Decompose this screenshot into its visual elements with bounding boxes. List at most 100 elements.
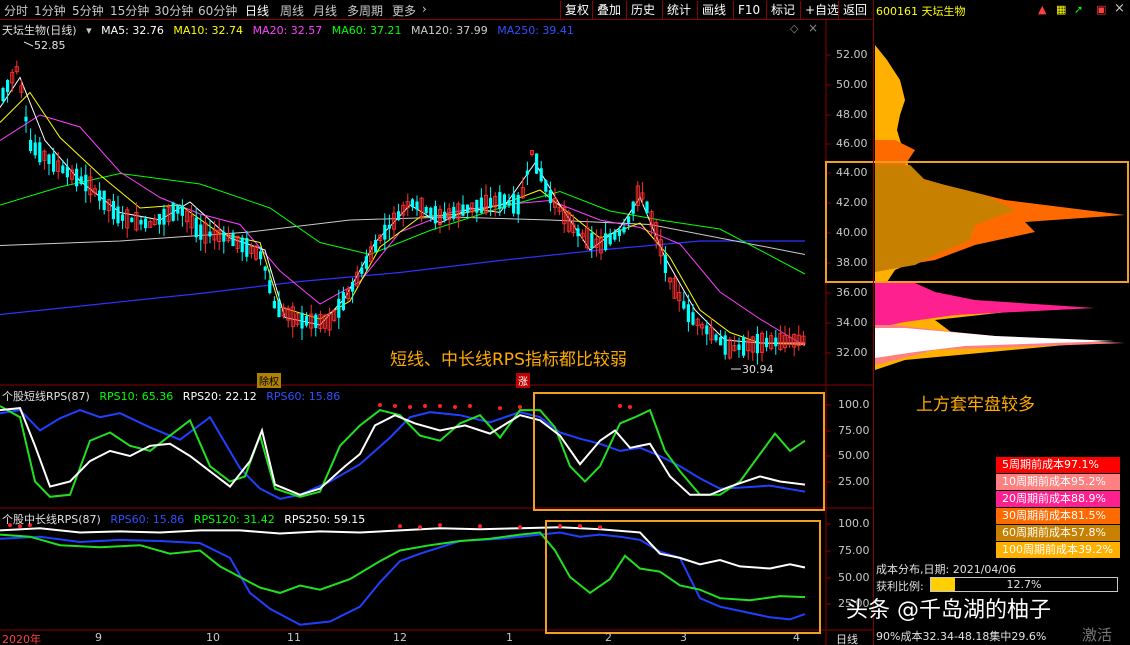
candle-body (397, 211, 401, 221)
stock-header: 600161 天坛生物 (876, 3, 966, 19)
candle-body (208, 231, 212, 237)
candle-body (498, 192, 502, 209)
candle-body (259, 251, 263, 260)
chip-legend-item: 30周期前成本81.5% (996, 508, 1120, 524)
rps-high-dot (438, 523, 442, 528)
tab-1min[interactable]: 1分钟 (34, 2, 66, 19)
toolbar: 分时 1分钟 5分钟 15分钟 30分钟 60分钟 日线 周线 月线 多周期 更… (0, 0, 872, 20)
candle-body (429, 207, 433, 217)
candle-body (590, 232, 594, 249)
fuquan-button[interactable]: 复权 (560, 1, 593, 19)
candle-body (608, 233, 612, 245)
rps-tick: 75.00 (838, 424, 870, 437)
stats-button[interactable]: 统计 (662, 1, 695, 19)
candle-body (24, 116, 28, 122)
candle-body (539, 168, 543, 182)
candle-body (627, 216, 631, 223)
mark-button[interactable]: 标记 (766, 1, 799, 19)
close-panel-icon[interactable]: × (1114, 1, 1125, 16)
profit-bar: 12.7% (930, 577, 1118, 592)
f10-button[interactable]: F10 (733, 1, 764, 19)
rps-high-dot (518, 525, 522, 530)
candle-body (502, 194, 506, 209)
draw-button[interactable]: 画线 (697, 1, 730, 19)
tab-60min[interactable]: 60分钟 (198, 2, 237, 19)
candle-body (231, 233, 235, 246)
candle-body (705, 325, 709, 335)
candle-body (337, 298, 341, 318)
rps-high-dot (408, 405, 412, 409)
chart-icon[interactable]: ▦ (1056, 3, 1066, 16)
date-tick: 11 (287, 631, 301, 644)
tab-fenshi[interactable]: 分时 (4, 2, 28, 19)
candle-body (360, 267, 364, 274)
chip-legend-item: 10周期前成本95.2% (996, 474, 1120, 490)
candle-body (116, 206, 120, 224)
overlay-button[interactable]: 叠加 (592, 1, 625, 19)
chevron-right-icon[interactable]: › (422, 2, 427, 16)
candle-body (1, 88, 5, 101)
add-watchlist-button[interactable]: +自选 (800, 1, 843, 19)
tab-5min[interactable]: 5分钟 (72, 2, 104, 19)
candle-body (199, 224, 203, 240)
rps-long-title-line: 个股中长线RPS(87) RPS60: 15.86 RPS120: 31.42 … (2, 511, 371, 527)
ma250-value: MA250: 39.41 (497, 24, 574, 37)
stock-name: 天坛生物 (921, 5, 966, 18)
candle-body (102, 190, 106, 211)
tab-daily[interactable]: 日线 (245, 2, 269, 19)
close-icon[interactable]: × (808, 21, 818, 35)
date-tick: 9 (95, 631, 102, 644)
rps10-line (0, 405, 806, 498)
rps-high-dot (438, 404, 442, 408)
chart-title: 天坛生物(日线) (2, 24, 77, 37)
rps10-value: RPS10: 65.36 (99, 390, 174, 403)
arrow-icon[interactable]: ➚ (1074, 3, 1083, 16)
tab-15min[interactable]: 15分钟 (110, 2, 149, 19)
candle-body (535, 153, 539, 174)
candle-body (723, 335, 727, 355)
candle-body (364, 256, 368, 269)
candle-body (387, 224, 391, 229)
ex-rights-tag[interactable]: 除权 (257, 373, 281, 388)
candle-body (645, 201, 649, 214)
tab-multi[interactable]: 多周期 (347, 2, 383, 19)
high-price-label: 52.85 (34, 39, 66, 52)
candle-body (268, 280, 272, 294)
tab-weekly[interactable]: 周线 (280, 2, 304, 19)
date-tick: 10 (206, 631, 220, 644)
candle-body (277, 301, 281, 318)
candle-body (512, 193, 516, 214)
limit-up-tag[interactable]: 涨 (516, 373, 530, 388)
watermark-text: 头条 @千岛湖的柚子 (846, 598, 1051, 623)
candle-body (714, 334, 718, 341)
menu-icon[interactable]: ▣ (1096, 3, 1106, 16)
ma10-value: MA10: 32.74 (173, 24, 244, 37)
low-price-label: 30.94 (742, 363, 774, 376)
rps-tick: 100.0 (838, 517, 870, 530)
candle-body (38, 142, 42, 163)
price-tick: 42.00 (836, 196, 868, 209)
period-label[interactable]: 日线 (836, 631, 858, 645)
stock-code: 600161 (876, 5, 918, 18)
date-tick: 2020年 (2, 633, 41, 645)
candle-body (130, 217, 134, 223)
tab-monthly[interactable]: 月线 (313, 2, 337, 19)
chevron-down-icon[interactable]: ▾ (86, 24, 92, 37)
flag-icon[interactable]: ▲ (1038, 3, 1046, 16)
ma60-value: MA60: 37.21 (331, 24, 402, 37)
tab-30min[interactable]: 30分钟 (154, 2, 193, 19)
price-tick: 34.00 (836, 316, 868, 329)
back-button[interactable]: 返回 (838, 1, 871, 19)
diamond-icon[interactable]: ◇ (790, 22, 798, 35)
date-tick: 1 (506, 631, 513, 644)
history-button[interactable]: 历史 (626, 1, 659, 19)
chip-legend-item: 5周期前成本97.1% (996, 457, 1120, 473)
activate-watermark: 激活 (1082, 626, 1113, 644)
candle-body (475, 199, 479, 213)
tab-more[interactable]: 更多 (392, 2, 416, 19)
rps-long-highlight-box (545, 520, 821, 634)
candle-body (755, 334, 759, 354)
candle-body (61, 165, 65, 173)
candle-body (719, 337, 723, 346)
rps-high-dot (378, 403, 382, 407)
